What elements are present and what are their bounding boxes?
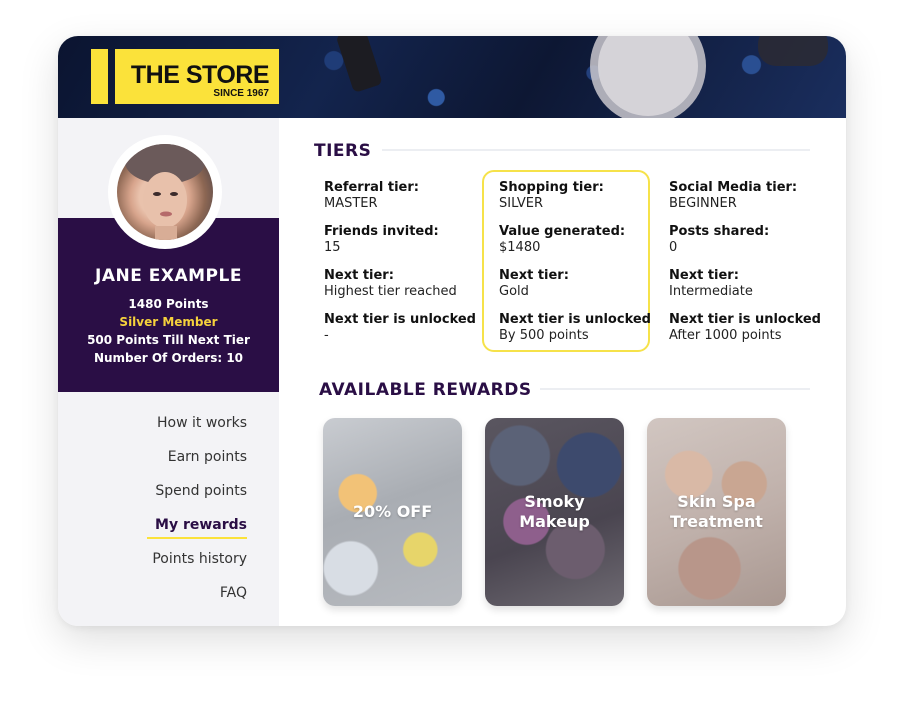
reward-label: Smoky Makeup (519, 492, 590, 531)
header-banner: THE STORE SINCE 1967 (58, 36, 846, 118)
next-tier-value: Highest tier reached (324, 284, 457, 299)
tiers-divider (382, 149, 810, 151)
profile-name: JANE EXAMPLE (95, 266, 242, 286)
next-tier-value: Gold (499, 284, 529, 299)
metric-label: Value generated: (499, 224, 626, 239)
logo-title: THE STORE (130, 61, 270, 89)
tier-label: Shopping tier: (499, 180, 604, 195)
reward-label: 20% OFF (352, 502, 433, 521)
reward-card-smoky-makeup[interactable]: Smoky Makeup (485, 418, 624, 606)
next-tier-label: Next tier: (669, 268, 739, 283)
nav-my-rewards[interactable]: My rewards (155, 517, 247, 539)
unlock-label: Next tier is unlocked (499, 312, 651, 327)
rewards-divider (540, 388, 810, 390)
metric-value: 15 (324, 240, 341, 255)
store-logo[interactable]: THE STORE SINCE 1967 (115, 49, 279, 104)
logo-tagline: SINCE 1967 (213, 88, 269, 99)
tier-value: SILVER (499, 196, 544, 211)
reward-card-discount[interactable]: 20% OFF (323, 418, 462, 606)
logo-accent-bar (91, 49, 108, 104)
loyalty-card: THE STORE SINCE 1967 JANE EXAMPLE 1480 P… (58, 36, 846, 626)
unlock-value: By 500 points (499, 328, 589, 343)
tiers-heading: TIERS (314, 141, 372, 161)
metric-value: 0 (669, 240, 678, 255)
profile-membership: Silver Member (119, 315, 218, 329)
unlock-label: Next tier is unlocked (324, 312, 476, 327)
tier-label: Referral tier: (324, 180, 419, 195)
avatar-photo (117, 144, 213, 240)
nav-points-history[interactable]: Points history (152, 551, 247, 567)
referral-tier-column: Referral tier: MASTER Friends invited: 1… (324, 180, 484, 356)
unlock-label: Next tier is unlocked (669, 312, 821, 327)
unlock-value: After 1000 points (669, 328, 782, 343)
unlock-value: - (324, 328, 329, 343)
next-tier-label: Next tier: (324, 268, 394, 283)
metric-value: $1480 (499, 240, 541, 255)
profile-points: 1480 Points (128, 297, 209, 311)
nav-faq[interactable]: FAQ (220, 585, 247, 601)
nav-how-it-works[interactable]: How it works (157, 415, 247, 431)
reward-label: Skin Spa Treatment (670, 492, 763, 531)
tier-value: MASTER (324, 196, 378, 211)
nav-spend-points[interactable]: Spend points (155, 483, 247, 499)
profile-points-till-next: 500 Points Till Next Tier (87, 333, 250, 347)
nav-earn-points[interactable]: Earn points (168, 449, 247, 465)
avatar[interactable] (108, 135, 222, 249)
avatar-portrait (125, 144, 205, 240)
profile-order-count: Number Of Orders: 10 (93, 351, 244, 365)
next-tier-value: Intermediate (669, 284, 753, 299)
tier-value: BEGINNER (669, 196, 737, 211)
reward-card-skin-spa[interactable]: Skin Spa Treatment (647, 418, 786, 606)
rewards-heading: AVAILABLE REWARDS (319, 380, 532, 400)
metric-label: Posts shared: (669, 224, 770, 239)
sidebar: JANE EXAMPLE 1480 Points Silver Member 5… (58, 118, 279, 626)
social-media-tier-column: Social Media tier: BEGINNER Posts shared… (669, 180, 829, 356)
next-tier-label: Next tier: (499, 268, 569, 283)
tier-label: Social Media tier: (669, 180, 798, 195)
shopping-tier-column: Shopping tier: SILVER Value generated: $… (499, 180, 659, 356)
metric-label: Friends invited: (324, 224, 439, 239)
